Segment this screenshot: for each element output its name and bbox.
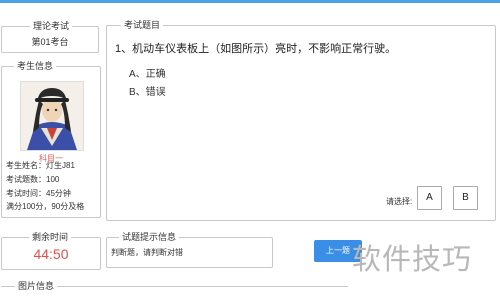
seat-number: 第01考台 [31,37,69,47]
exam-type-legend: 理论考试 [30,20,73,32]
image-info-panel: 图片信息 [1,280,348,307]
answer-a-button[interactable]: A [417,186,442,210]
question-text: 1、机动车仪表板上（如图所示）亮时，不影响正常行驶。 [115,43,397,55]
top-accent-bar [0,0,500,3]
passing-score: 满分100分，90分及格 [6,202,85,211]
question-panel: 考试题目 1、机动车仪表板上（如图所示）亮时，不影响正常行驶。 A、正确 B、错… [106,19,496,221]
exam-duration: 考试时间：45分钟 [6,189,71,198]
watermark-text: 软件技巧 [352,242,473,276]
option-a[interactable]: A、正确 [129,65,166,80]
question-legend: 考试题目 [121,19,164,31]
candidate-info-panel: 考生信息 科目一 考生姓名：灯生J81 考试题数：100 考试时间：45分钟 满… [1,60,101,218]
hint-legend: 试题提示信息 [119,231,180,243]
option-b[interactable]: B、错误 [129,83,166,98]
avatar [20,81,84,151]
image-info-legend: 图片信息 [15,280,58,292]
hint-text: 判断题，请判断对错 [111,248,183,257]
candidate-info-legend: 考生信息 [14,60,57,72]
remaining-time: 44:50 [33,246,69,262]
avatar-portrait-image [21,82,83,150]
answer-b-button[interactable]: B [453,186,478,210]
exam-type-panel: 理论考试 第01考台 [1,20,99,53]
timer-panel: 剩余时间 44:50 [1,231,101,270]
hint-panel: 试题提示信息 判断题，请判断对错 [106,231,273,268]
timer-legend: 剩余时间 [29,231,72,243]
answer-prompt: 请选择: [386,197,413,206]
candidate-name: 考生姓名：灯生J81 [6,161,75,170]
question-count: 考试题数：100 [6,175,60,184]
